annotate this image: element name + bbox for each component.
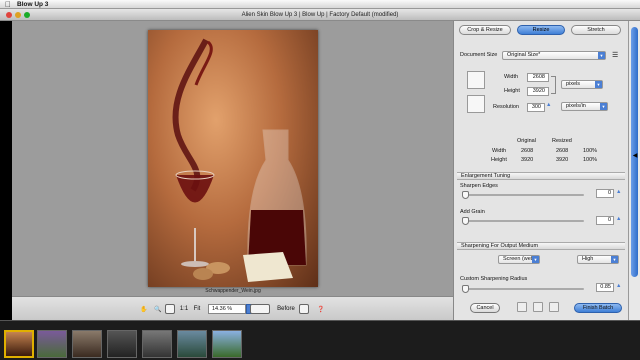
view-mode-select[interactable] [248, 303, 272, 315]
crop-tool-icon[interactable] [164, 303, 176, 315]
menu-bar:  Blow Up 3 [0, 0, 640, 9]
zoom-tool-icon[interactable]: 🔍 [152, 303, 164, 315]
slider-knob[interactable] [462, 217, 469, 225]
cancel-button[interactable]: Cancel [470, 303, 500, 313]
slider-knob[interactable] [462, 191, 469, 199]
export-icon[interactable] [549, 302, 559, 312]
output-medium-select[interactable]: Screen (web) ▼ [498, 255, 540, 264]
resized-column-header: Resized [552, 138, 572, 144]
finish-batch-button[interactable]: Finish Batch [574, 303, 622, 313]
window-title: Alien Skin Blow Up 3 | Blow Up | Factory… [241, 12, 399, 18]
resolution-stepper[interactable]: ▲ [546, 102, 551, 108]
document-size-label: Document Size [460, 52, 498, 58]
actual-size-button[interactable]: 1:1 [179, 303, 189, 315]
tab-stretch[interactable]: Stretch [571, 25, 621, 35]
width-field[interactable]: 2608 [527, 73, 549, 82]
enlargement-tuning-header[interactable]: Enlargement Tuning [457, 172, 625, 180]
zoom-window-button[interactable] [24, 12, 30, 18]
sharpening-level-select[interactable]: High ▼ [577, 255, 619, 264]
preview-canvas[interactable]: Schwappender_Wein.jpg [12, 21, 453, 296]
chevron-down-icon: ▼ [598, 52, 605, 59]
apple-menu-icon[interactable]:  [5, 0, 17, 9]
sharpening-header[interactable]: Sharpening For Output Medium [457, 242, 625, 250]
original-column-header: Original [517, 138, 536, 144]
document-icon [467, 71, 485, 89]
right-panel-toggle-icon[interactable]: ◀ [632, 152, 638, 159]
sharpening-radius-slider[interactable] [462, 285, 584, 293]
sharpen-edges-label: Sharpen Edges [460, 183, 498, 189]
thumbnail[interactable] [107, 330, 137, 358]
panel-scrollbar[interactable] [628, 21, 640, 320]
add-grain-label: Add Grain [460, 209, 485, 215]
document-size-select[interactable]: Original Size* ▼ [502, 51, 606, 60]
add-grain-slider[interactable] [462, 217, 584, 225]
sharpening-radius-stepper[interactable]: ▲ [616, 283, 621, 289]
size-unit-select[interactable]: pixels ▼ [561, 80, 603, 89]
window-titlebar: Alien Skin Blow Up 3 | Blow Up | Factory… [0, 9, 640, 21]
summary-cell: 100% [583, 157, 598, 163]
output-medium-value: Screen (web) [503, 256, 536, 262]
sharpening-radius-label: Custom Sharpening Radius [460, 276, 528, 282]
sharpening-level-value: High [582, 256, 594, 262]
summary-cell: 3920 [521, 157, 534, 163]
height-field[interactable]: 3920 [527, 87, 549, 96]
thumbnail[interactable] [177, 330, 207, 358]
chevron-down-icon: ▼ [532, 256, 539, 263]
thumbnail[interactable] [4, 330, 34, 358]
resolution-label: Resolution [493, 104, 519, 110]
minimize-window-button[interactable] [15, 12, 21, 18]
preset-icon[interactable] [517, 302, 527, 312]
help-icon[interactable]: ❓ [314, 303, 328, 315]
summary-cell: 100% [583, 148, 598, 154]
chevron-down-icon: ▼ [600, 103, 607, 110]
before-toggle-icon[interactable] [298, 303, 310, 315]
filmstrip [0, 320, 640, 360]
sharpen-edges-stepper[interactable]: ▲ [616, 189, 621, 195]
resolution-unit-value: pixels/in [566, 103, 586, 109]
size-unit-value: pixels [566, 81, 581, 87]
left-panel-toggle-icon[interactable]: ▶ [3, 152, 9, 159]
preview-photo [148, 30, 318, 287]
close-window-button[interactable] [6, 12, 12, 18]
image-filename: Schwappender_Wein.jpg [205, 288, 261, 294]
width-label: Width [504, 74, 519, 80]
chevron-down-icon: ▼ [595, 81, 602, 88]
before-label: Before [277, 306, 295, 312]
height-label: Height [504, 88, 520, 94]
summary-row-label: Width [492, 148, 507, 154]
thumbnail[interactable] [142, 330, 172, 358]
app-menu[interactable]: Blow Up 3 [17, 1, 48, 8]
sharpen-edges-slider[interactable] [462, 191, 584, 199]
thumbnail[interactable] [37, 330, 67, 358]
add-grain-stepper[interactable]: ▲ [616, 216, 621, 222]
wine-still-life-image [172, 38, 307, 282]
zoom-level-field[interactable]: 14.36 % [208, 304, 246, 314]
document-size-value: Original Size* [507, 52, 541, 58]
tab-resize[interactable]: Resize [517, 25, 565, 35]
settings-panel: Crop & Resize Resize Stretch Document Si… [453, 21, 628, 320]
save-preset-icon[interactable] [533, 302, 543, 312]
sharpening-radius-field[interactable]: 0.85 [596, 283, 614, 292]
window-controls [6, 12, 30, 18]
thumbnail[interactable] [212, 330, 242, 358]
add-grain-field[interactable]: 0 [596, 216, 614, 225]
fit-button[interactable]: Fit [192, 303, 202, 315]
constrain-link-icon[interactable] [551, 76, 556, 94]
chevron-down-icon: ▼ [611, 256, 618, 263]
resolution-field[interactable]: 300 [527, 103, 545, 112]
summary-cell: 2608 [556, 148, 569, 154]
thumbnail[interactable] [72, 330, 102, 358]
slider-knob[interactable] [462, 285, 469, 293]
resolution-unit-select[interactable]: pixels/in ▼ [561, 102, 608, 111]
sharpen-edges-field[interactable]: 0 [596, 189, 614, 198]
summary-cell: 3920 [556, 157, 569, 163]
hand-tool-icon[interactable]: ✋ [138, 303, 150, 315]
screen:  Blow Up 3 Alien Skin Blow Up 3 | Blow … [0, 0, 640, 360]
summary-cell: 2608 [521, 148, 534, 154]
summary-row-label: Height [491, 157, 507, 163]
view-toolbar: ✋ 🔍 1:1 Fit 14.36 % Before ❓ [12, 296, 453, 320]
tab-crop-resize[interactable]: Crop & Resize [459, 25, 511, 35]
resolution-icon [467, 95, 485, 113]
options-menu-icon[interactable]: ☰ [612, 51, 618, 59]
